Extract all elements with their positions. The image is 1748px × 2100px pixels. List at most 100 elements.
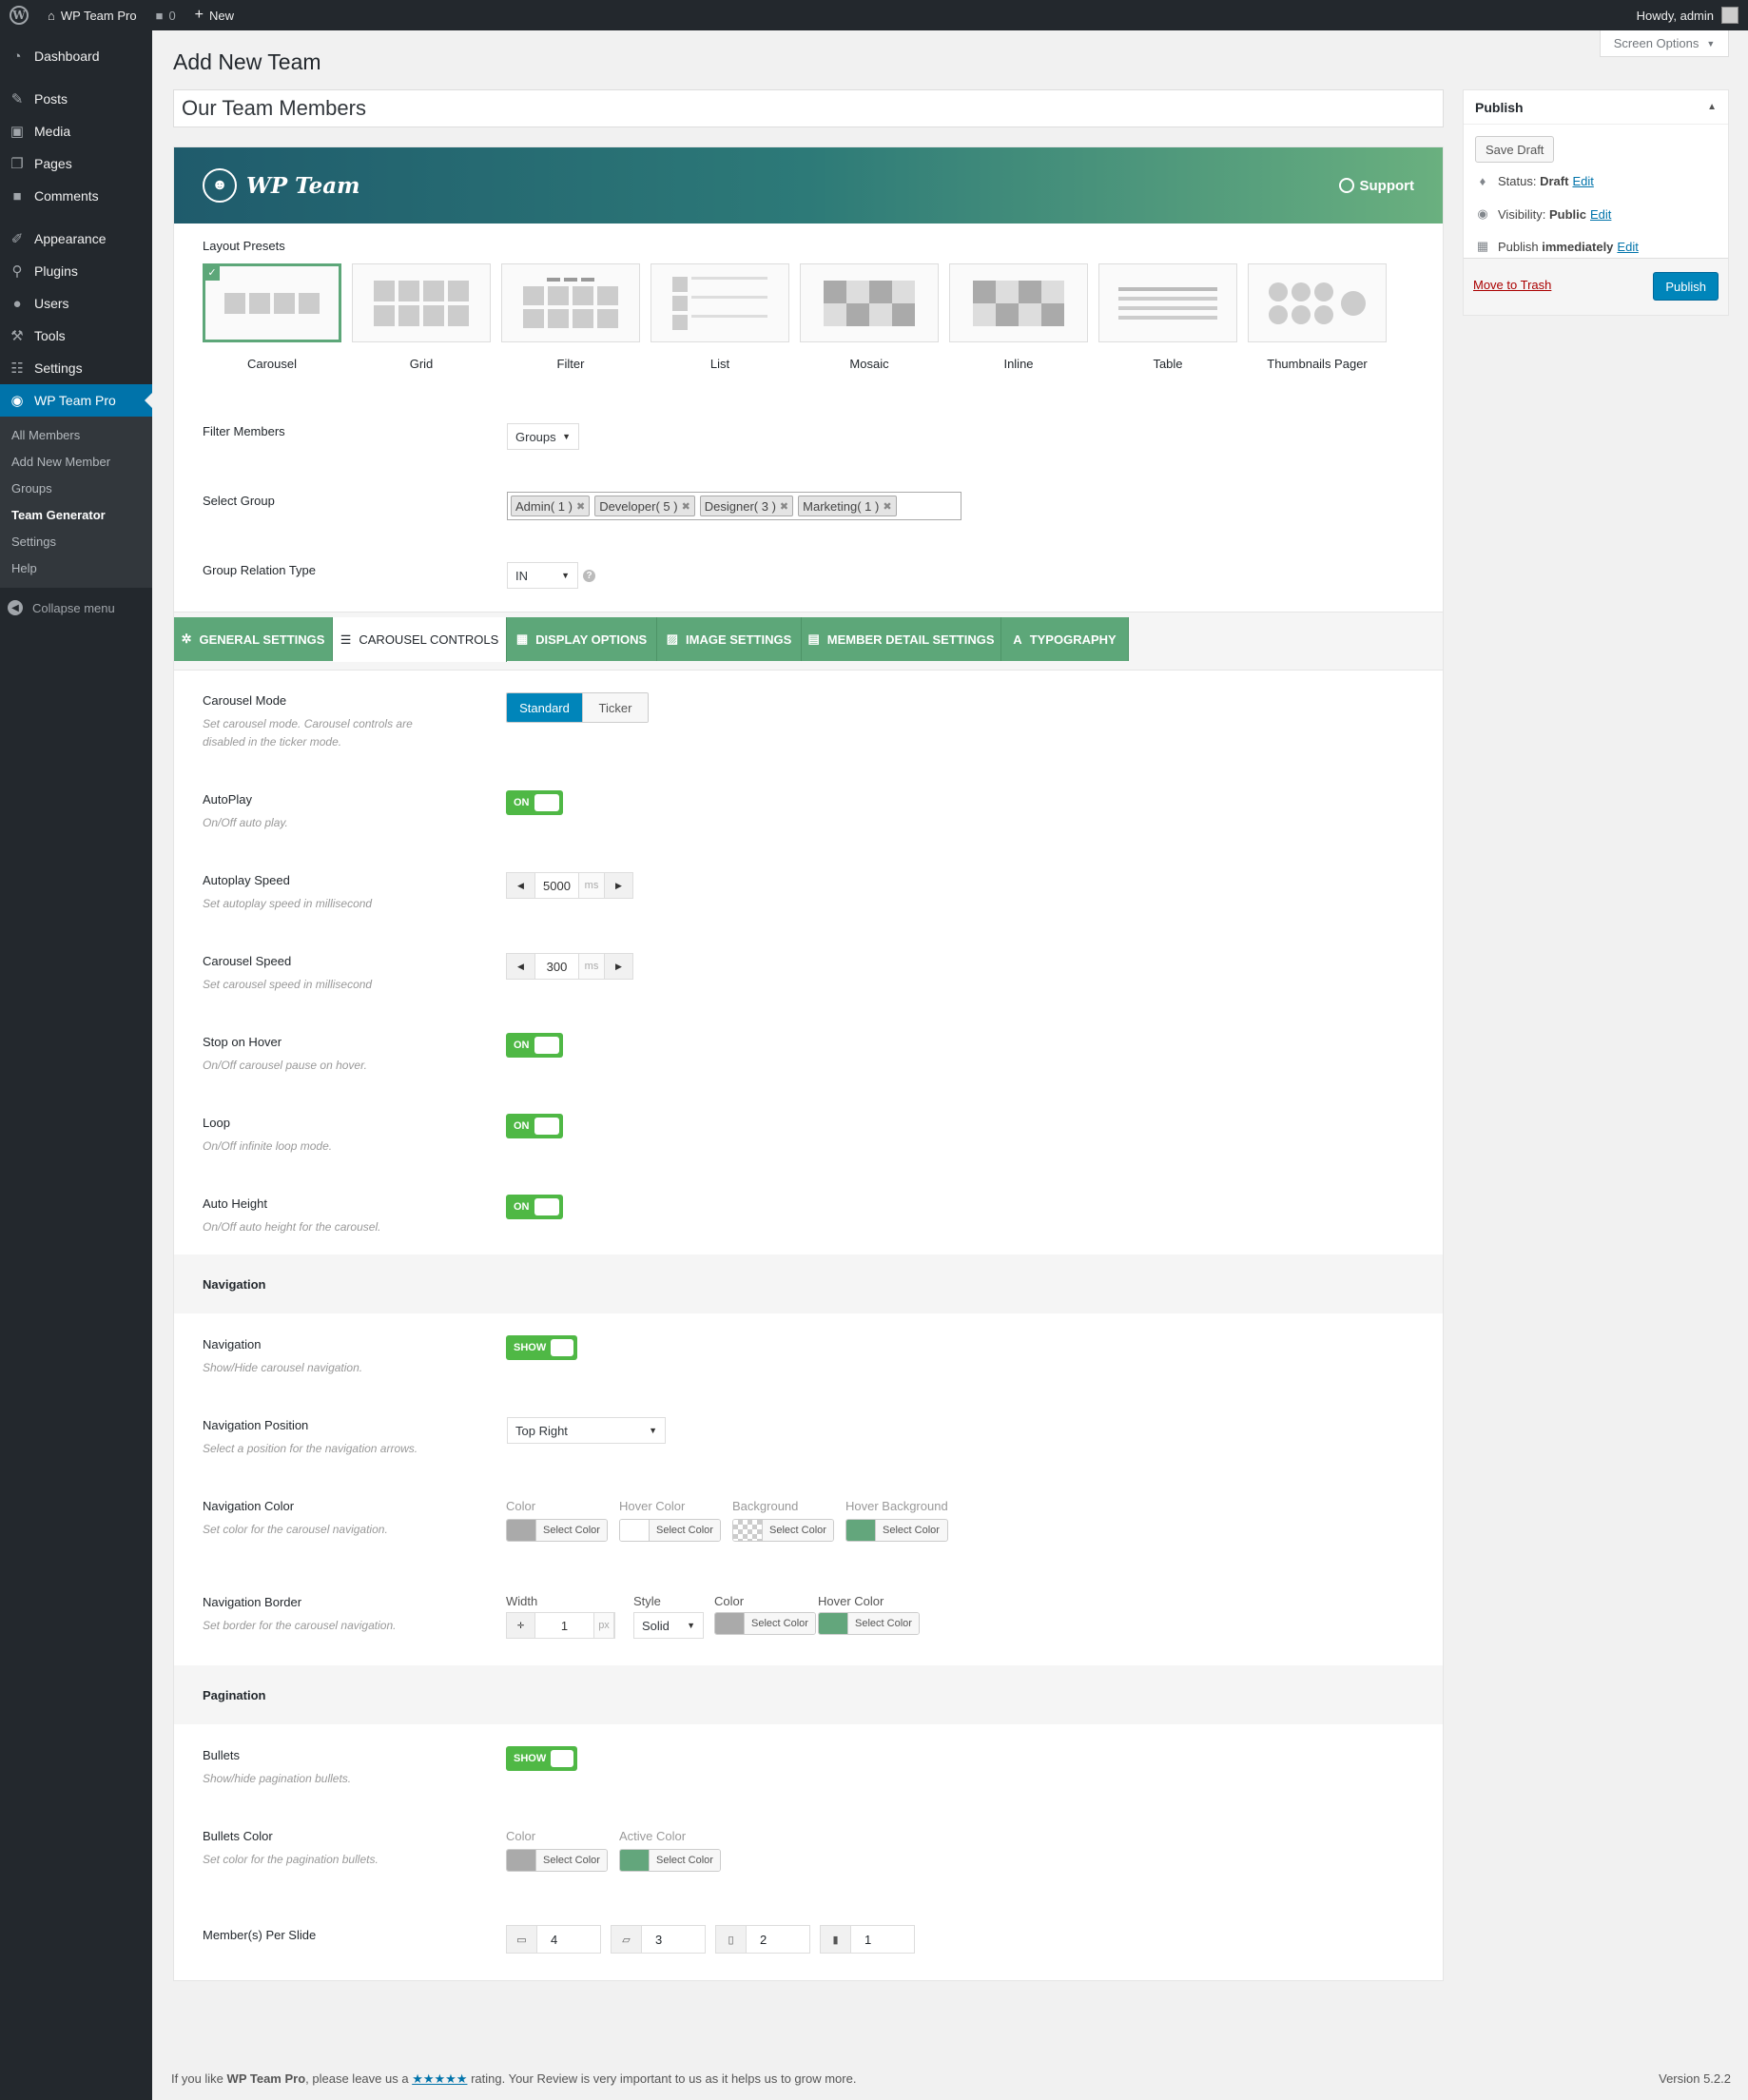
carousel-speed-input[interactable]: 300 [534,954,578,979]
per-slide-tablet-input[interactable]: 2 [747,1926,809,1953]
save-draft-button[interactable]: Save Draft [1475,136,1555,163]
loop-toggle[interactable]: ON [506,1114,563,1138]
sidebar-item-comments[interactable]: ■ Comments [0,180,152,212]
submenu-groups[interactable]: Groups [0,476,152,502]
edit-schedule-link[interactable]: Edit [1617,240,1638,254]
caret-down-icon: ▼ [561,571,570,580]
preset-label: Table [1153,357,1183,371]
decrement-icon[interactable]: ◀ [507,954,534,979]
autoplay-toggle[interactable]: ON [506,790,563,815]
select-color-button[interactable]: Select Color [732,1519,834,1542]
move-to-trash-link[interactable]: Move to Trash [1473,278,1551,292]
tab-general-settings[interactable]: ✲ GENERAL SETTINGS [174,617,333,661]
preset-thumbnails-pager[interactable]: Thumbnails Pager [1248,263,1387,371]
increment-icon[interactable]: ▶ [605,954,632,979]
sidebar-item-wp-team-pro[interactable]: ◉ WP Team Pro [0,384,152,417]
submenu-all-members[interactable]: All Members [0,422,152,449]
edit-visibility-link[interactable]: Edit [1590,207,1611,222]
preset-mosaic[interactable]: Mosaic [800,263,939,371]
group-relation-select[interactable]: IN ▼ [507,562,578,589]
edit-status-link[interactable]: Edit [1572,174,1593,188]
tab-typography[interactable]: A TYPOGRAPHY [1001,617,1129,661]
navigation-toggle[interactable]: SHOW [506,1335,577,1360]
preset-list[interactable]: List [651,263,789,371]
group-tag[interactable]: Admin( 1 ) ✖ [511,496,591,516]
navigation-position-select[interactable]: Top Right ▼ [507,1417,666,1444]
border-style-select[interactable]: Solid ▼ [633,1612,704,1639]
mode-standard-button[interactable]: Standard [507,693,582,722]
remove-icon[interactable]: ✖ [682,500,690,513]
settings-tab-bar: ✲ GENERAL SETTINGS ☰ CAROUSEL CONTROLS ▦ DI… [174,612,1443,671]
remove-icon[interactable]: ✖ [883,500,891,513]
auto-height-toggle[interactable]: ON [506,1195,563,1219]
preset-carousel[interactable]: ✓ Carousel [203,263,341,371]
tab-image-settings[interactable]: ▨ IMAGE SETTINGS [657,617,802,661]
help-icon[interactable]: ? [583,570,595,582]
rating-stars-link[interactable]: ★★★★★ [412,2071,467,2086]
collapse-toggle-icon[interactable]: ▲ [1707,102,1717,112]
sidebar-submenu: All Members Add New Member Groups Team G… [0,417,152,588]
post-title-input[interactable]: Our Team Members [173,89,1444,127]
group-tag[interactable]: Marketing( 1 ) ✖ [798,496,897,516]
new-content-link[interactable]: + New [185,0,243,30]
sidebar-item-posts[interactable]: ✎ Posts [0,83,152,115]
select-color-button[interactable]: Select Color [818,1612,920,1635]
sidebar-item-settings[interactable]: ☷ Settings [0,352,152,384]
select-group-input[interactable]: Admin( 1 ) ✖ Developer( 5 ) ✖ Designer( 3 … [507,492,961,520]
autoplay-speed-input[interactable]: 5000 [534,873,578,898]
decrement-icon[interactable]: ◀ [507,873,534,898]
group-relation-value: IN [515,568,528,583]
tag-label: Designer( 3 ) [704,498,776,514]
loop-desc: On/Off infinite loop mode. [203,1139,333,1153]
submenu-settings[interactable]: Settings [0,529,152,555]
tab-member-detail-settings[interactable]: ▤ MEMBER DETAIL SETTINGS [802,617,1001,661]
per-slide-mobile-input[interactable]: 1 [851,1926,914,1953]
sidebar-item-users[interactable]: ● Users [0,287,152,320]
preset-inline[interactable]: Inline [949,263,1088,371]
preset-filter[interactable]: Filter [501,263,640,371]
bullets-toggle[interactable]: SHOW [506,1746,577,1771]
comments-link[interactable]: ■ 0 [146,0,185,30]
per-slide-desktop-input[interactable]: 4 [537,1926,600,1953]
select-color-button[interactable]: Select Color [506,1519,608,1542]
submenu-team-generator[interactable]: Team Generator [0,502,152,529]
filter-members-select[interactable]: Groups ▼ [507,423,579,450]
remove-icon[interactable]: ✖ [576,500,585,513]
preset-table[interactable]: Table [1098,263,1237,371]
stop-hover-toggle[interactable]: ON [506,1033,563,1058]
border-width-input[interactable]: 1 [534,1613,593,1638]
select-color-button[interactable]: Select Color [845,1519,948,1542]
select-color-button[interactable]: Select Color [619,1519,721,1542]
sidebar-item-pages[interactable]: ❐ Pages [0,147,152,180]
tab-display-options[interactable]: ▦ DISPLAY OPTIONS [507,617,657,661]
group-tag[interactable]: Designer( 3 ) ✖ [699,496,794,516]
group-tag[interactable]: Developer( 5 ) ✖ [594,496,695,516]
sidebar-item-media[interactable]: ▣ Media [0,115,152,147]
preset-grid[interactable]: Grid [352,263,491,371]
submenu-help[interactable]: Help [0,555,152,582]
select-color-button[interactable]: Select Color [619,1849,721,1872]
increment-icon[interactable]: ▶ [605,873,632,898]
wordpress-logo-icon[interactable]: W [0,0,38,30]
sidebar-item-label: Posts [34,91,68,107]
remove-icon[interactable]: ✖ [780,500,788,513]
avatar [1721,7,1738,24]
sidebar-item-dashboard[interactable]: ◔ Dashboard [0,40,152,72]
mode-ticker-button[interactable]: Ticker [582,693,648,722]
per-slide-laptop-input[interactable]: 3 [642,1926,705,1953]
screen-options-button[interactable]: Screen Options ▼ [1600,30,1729,57]
sidebar-item-appearance[interactable]: ✐ Appearance [0,223,152,255]
publish-button[interactable]: Publish [1653,272,1719,301]
site-name-link[interactable]: ⌂ WP Team Pro [38,0,146,30]
team-editor-panel: ☻ WP Team Support Layout Presets ✓ Carou… [173,146,1444,1981]
collapse-menu-button[interactable]: ◀ Collapse menu [0,592,152,624]
select-color-button[interactable]: Select Color [506,1849,608,1872]
account-menu[interactable]: Howdy, admin [1627,0,1748,30]
sidebar-item-plugins[interactable]: ⚲ Plugins [0,255,152,287]
submenu-add-new-member[interactable]: Add New Member [0,449,152,476]
plugin-icon: ⚲ [11,263,23,280]
select-color-button[interactable]: Select Color [714,1612,816,1635]
support-link[interactable]: Support [1338,178,1414,194]
sidebar-item-tools[interactable]: ⚒ Tools [0,320,152,352]
tab-carousel-controls[interactable]: ☰ CAROUSEL CONTROLS [333,617,507,662]
